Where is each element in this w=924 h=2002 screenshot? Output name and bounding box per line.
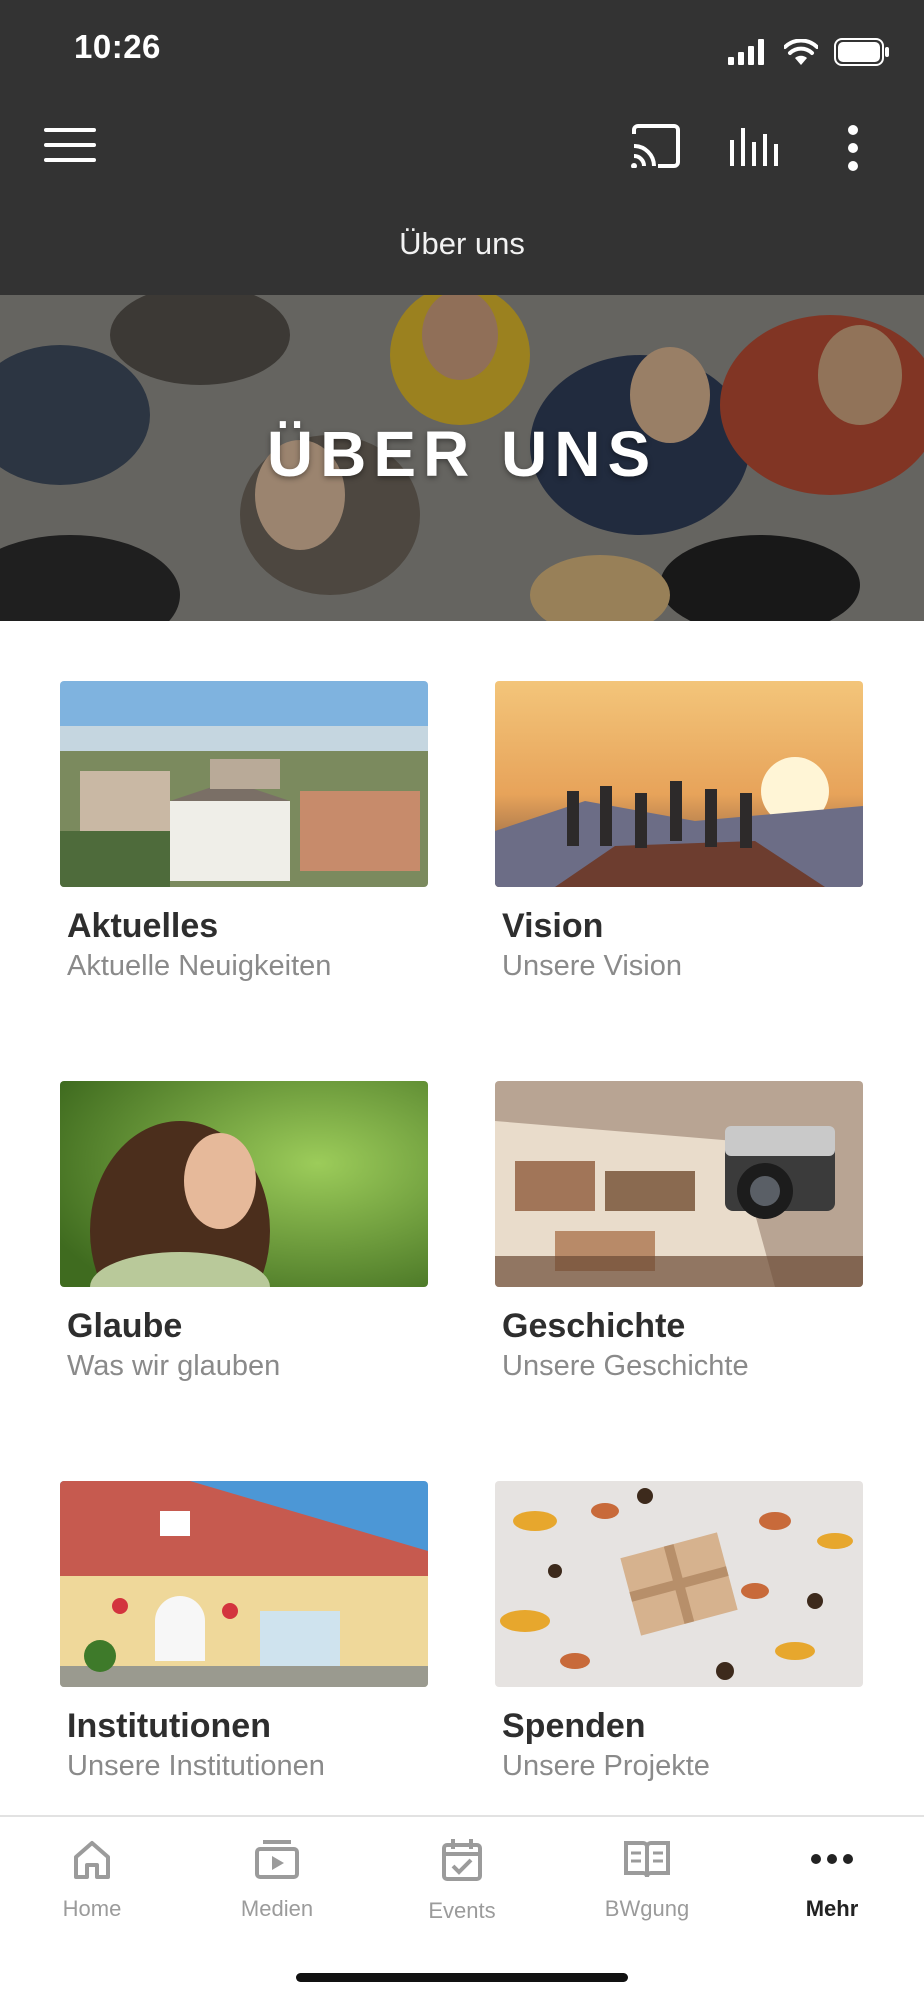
media-icon [255, 1840, 299, 1879]
hero-banner: ÜBER UNS [0, 295, 924, 621]
nav-item-bwgung[interactable]: BWgung [555, 1837, 739, 1922]
people-sunset-image [495, 681, 863, 887]
card-title: Spenden [502, 1707, 646, 1745]
status-time: 10:26 [74, 28, 161, 65]
card-title: Vision [502, 907, 604, 945]
card-subtitle: Aktuelle Neuigkeiten [67, 950, 332, 982]
card-title: Aktuelles [67, 907, 219, 945]
battery-icon [834, 38, 889, 66]
page-title: Über uns [399, 226, 525, 261]
hero-title: ÜBER UNS [266, 418, 658, 490]
woman-forest-image [60, 1081, 428, 1287]
home-icon [74, 1841, 110, 1879]
card-subtitle: Unsere Institutionen [67, 1750, 325, 1782]
card-vision[interactable]: Vision Unsere Vision [495, 681, 863, 983]
more-options-icon[interactable] [846, 124, 860, 172]
nav-label: Home [62, 1896, 122, 1921]
card-subtitle: Unsere Projekte [502, 1750, 710, 1782]
camera-photo-album-image [495, 1081, 863, 1287]
city-aerial-image [60, 681, 428, 887]
nav-label: BWgung [604, 1896, 690, 1921]
nav-label: Mehr [805, 1896, 859, 1921]
home-indicator [296, 1973, 628, 1982]
signal-icon [728, 39, 764, 65]
card-aktuelles[interactable]: Aktuelles Aktuelle Neuigkeiten [60, 681, 428, 983]
card-subtitle: Unsere Vision [502, 950, 683, 982]
nav-item-mehr[interactable]: Mehr [740, 1837, 924, 1922]
card-title: Geschichte [502, 1307, 686, 1345]
card-spenden[interactable]: Spenden Unsere Projekte [495, 1481, 863, 1783]
card-title: Institutionen [67, 1707, 271, 1745]
nav-label: Medien [240, 1896, 314, 1921]
card-institutionen[interactable]: Institutionen Unsere Institutionen [60, 1481, 428, 1783]
audio-bars-icon[interactable] [728, 124, 782, 168]
nav-item-medien[interactable]: Medien [185, 1837, 369, 1922]
book-icon [624, 1841, 670, 1878]
menu-button[interactable] [44, 128, 96, 164]
nav-item-events[interactable]: Events [370, 1837, 554, 1924]
gift-autumn-image [495, 1481, 863, 1687]
status-icons [728, 38, 890, 66]
more-dots-icon [811, 1854, 853, 1864]
nav-label: Events [428, 1898, 496, 1923]
calendar-icon [442, 1839, 482, 1881]
card-title: Glaube [67, 1307, 183, 1345]
cast-icon[interactable] [630, 124, 682, 168]
card-subtitle: Was wir glauben [67, 1350, 281, 1382]
nav-item-home[interactable]: Home [0, 1837, 184, 1922]
building-image [60, 1481, 428, 1687]
app-header: 10:26 Über uns [0, 0, 924, 295]
card-geschichte[interactable]: Geschichte Unsere Geschichte [495, 1081, 863, 1383]
card-glaube[interactable]: Glaube Was wir glauben [60, 1081, 428, 1383]
card-subtitle: Unsere Geschichte [502, 1350, 749, 1382]
wifi-icon [784, 39, 818, 65]
